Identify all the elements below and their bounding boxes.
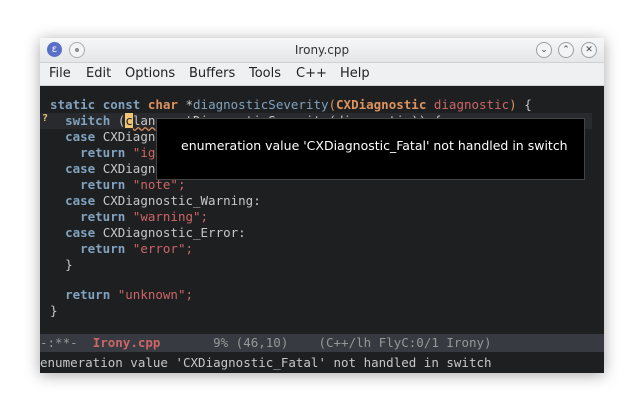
code-line-9: case CXDiagnostic_Error: <box>65 225 246 240</box>
title-bar: ε Irony.cpp ⌄ ⌃ ✕ <box>40 38 604 63</box>
menu-options[interactable]: Options <box>125 66 175 81</box>
code-line-13: } <box>50 303 58 318</box>
minimize-button[interactable]: ⌄ <box>536 42 552 58</box>
window-title: Irony.cpp <box>294 43 350 57</box>
menu-bar: File Edit Options Buffers Tools C++ Help <box>40 63 604 86</box>
code-line-12: return "unknown"; <box>65 287 194 302</box>
code-line-7: case CXDiagnostic_Warning: <box>65 193 261 208</box>
menu-edit[interactable]: Edit <box>86 66 111 81</box>
echo-area-message: enumeration value 'CXDiagnostic_Fatal' n… <box>40 355 492 370</box>
text-cursor: c <box>125 113 133 128</box>
emacs-window: ε Irony.cpp ⌄ ⌃ ✕ File Edit Options Buff… <box>40 38 604 373</box>
close-button[interactable]: ✕ <box>581 42 597 58</box>
tooltip-text: enumeration value 'CXDiagnostic_Fatal' n… <box>181 138 568 153</box>
menu-file[interactable]: File <box>49 66 71 81</box>
menu-help[interactable]: Help <box>340 66 370 81</box>
code-line-11: } <box>65 257 73 272</box>
mode-line: -:**- Irony.cpp 9% (46,10) (C++/lh FlyC:… <box>40 334 604 352</box>
buffer-name[interactable]: Irony.cpp <box>93 335 161 350</box>
menu-buffers[interactable]: Buffers <box>189 66 235 81</box>
code-line-1: static const char *diagnosticSeverity(CX… <box>50 97 532 112</box>
maximize-button[interactable]: ⌃ <box>558 42 574 58</box>
minibuffer[interactable]: enumeration value 'CXDiagnostic_Fatal' n… <box>40 352 604 373</box>
warning-tooltip: enumeration value 'CXDiagnostic_Fatal' n… <box>156 118 585 180</box>
flycheck-warning-fringe-icon: ? <box>42 113 49 124</box>
code-line-10: return "error"; <box>80 241 194 256</box>
menu-cpp[interactable]: C++ <box>296 66 327 81</box>
code-line-8: return "warning"; <box>80 209 209 224</box>
menu-tools[interactable]: Tools <box>249 66 281 81</box>
